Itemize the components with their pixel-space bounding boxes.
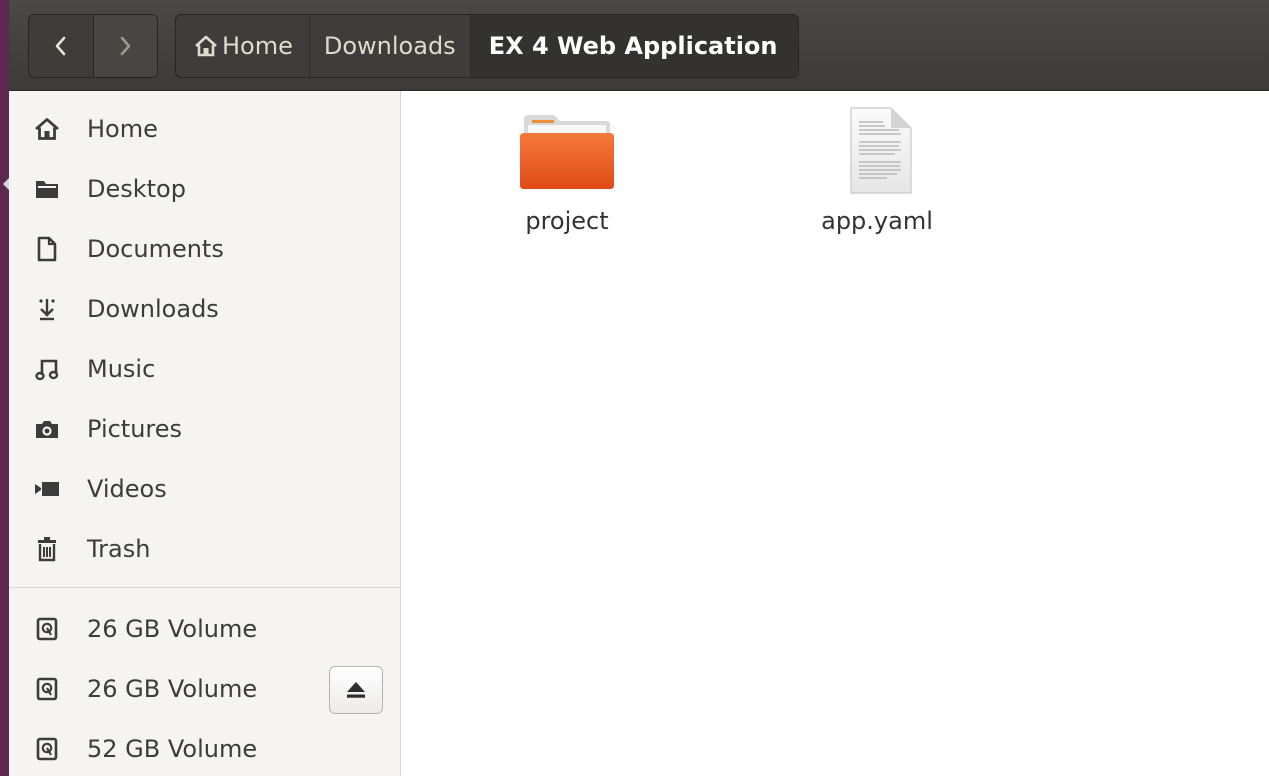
breadcrumb-current-folder[interactable]: EX 4 Web Application	[469, 15, 798, 77]
music-icon	[33, 355, 61, 383]
sidebar: Home Desktop Documents Downloads Music P…	[9, 91, 401, 776]
sidebar-item-label: Home	[87, 115, 158, 143]
trash-icon	[33, 535, 61, 563]
sidebar-item-trash[interactable]: Trash	[9, 519, 400, 579]
file-view: project app.yaml	[401, 91, 1269, 776]
drive-icon	[33, 735, 61, 763]
forward-button[interactable]	[92, 15, 157, 77]
home-icon	[33, 115, 61, 143]
eject-button[interactable]	[329, 666, 383, 714]
sidebar-item-documents[interactable]: Documents	[9, 219, 400, 279]
sidebar-item-label: 26 GB Volume	[87, 615, 258, 643]
chevron-left-icon	[55, 36, 66, 56]
sidebar-item-label: Videos	[87, 475, 167, 503]
navigation-buttons	[28, 14, 158, 78]
drive-icon	[33, 675, 61, 703]
file-item-folder[interactable]: project	[477, 91, 657, 251]
breadcrumb-home[interactable]: Home	[176, 15, 309, 77]
sidebar-item-label: 52 GB Volume	[87, 735, 258, 763]
breadcrumb-home-label: Home	[222, 32, 293, 60]
sidebar-item-volume[interactable]: 26 GB Volume	[9, 599, 400, 659]
text-file-icon	[850, 107, 912, 194]
sidebar-item-volume[interactable]: 52 GB Volume	[9, 719, 400, 776]
eject-icon	[347, 682, 365, 698]
sidebar-item-pictures[interactable]: Pictures	[9, 399, 400, 459]
breadcrumb-downloads[interactable]: Downloads	[308, 15, 470, 77]
camera-icon	[33, 415, 61, 443]
back-button[interactable]	[29, 15, 93, 77]
sidebar-item-home[interactable]: Home	[9, 99, 400, 159]
file-name: app.yaml	[821, 207, 933, 235]
file-item-text[interactable]: app.yaml	[787, 91, 967, 251]
sidebar-item-label: Documents	[87, 235, 224, 263]
download-icon	[33, 295, 61, 323]
sidebar-item-downloads[interactable]: Downloads	[9, 279, 400, 339]
sidebar-item-label: 26 GB Volume	[87, 675, 258, 703]
sidebar-divider	[9, 587, 400, 588]
sidebar-item-label: Desktop	[87, 175, 186, 203]
folder-icon	[520, 115, 614, 189]
sidebar-item-label: Downloads	[87, 295, 219, 323]
file-manager-window: Home Downloads EX 4 Web Application Home	[0, 0, 1269, 776]
document-icon	[33, 235, 61, 263]
video-icon	[33, 475, 61, 503]
sidebar-item-music[interactable]: Music	[9, 339, 400, 399]
launcher-edge	[0, 0, 9, 776]
breadcrumb: Home Downloads EX 4 Web Application	[175, 14, 799, 78]
sidebar-item-label: Trash	[87, 535, 151, 563]
file-name: project	[525, 207, 609, 235]
sidebar-item-videos[interactable]: Videos	[9, 459, 400, 519]
sidebar-item-label: Pictures	[87, 415, 183, 443]
home-icon	[195, 35, 217, 57]
chevron-right-icon	[120, 36, 131, 56]
sidebar-item-desktop[interactable]: Desktop	[9, 159, 400, 219]
header-bar: Home Downloads EX 4 Web Application	[9, 0, 1269, 91]
drive-icon	[33, 615, 61, 643]
desktop-folder-icon	[33, 175, 61, 203]
sidebar-item-label: Music	[87, 355, 156, 383]
